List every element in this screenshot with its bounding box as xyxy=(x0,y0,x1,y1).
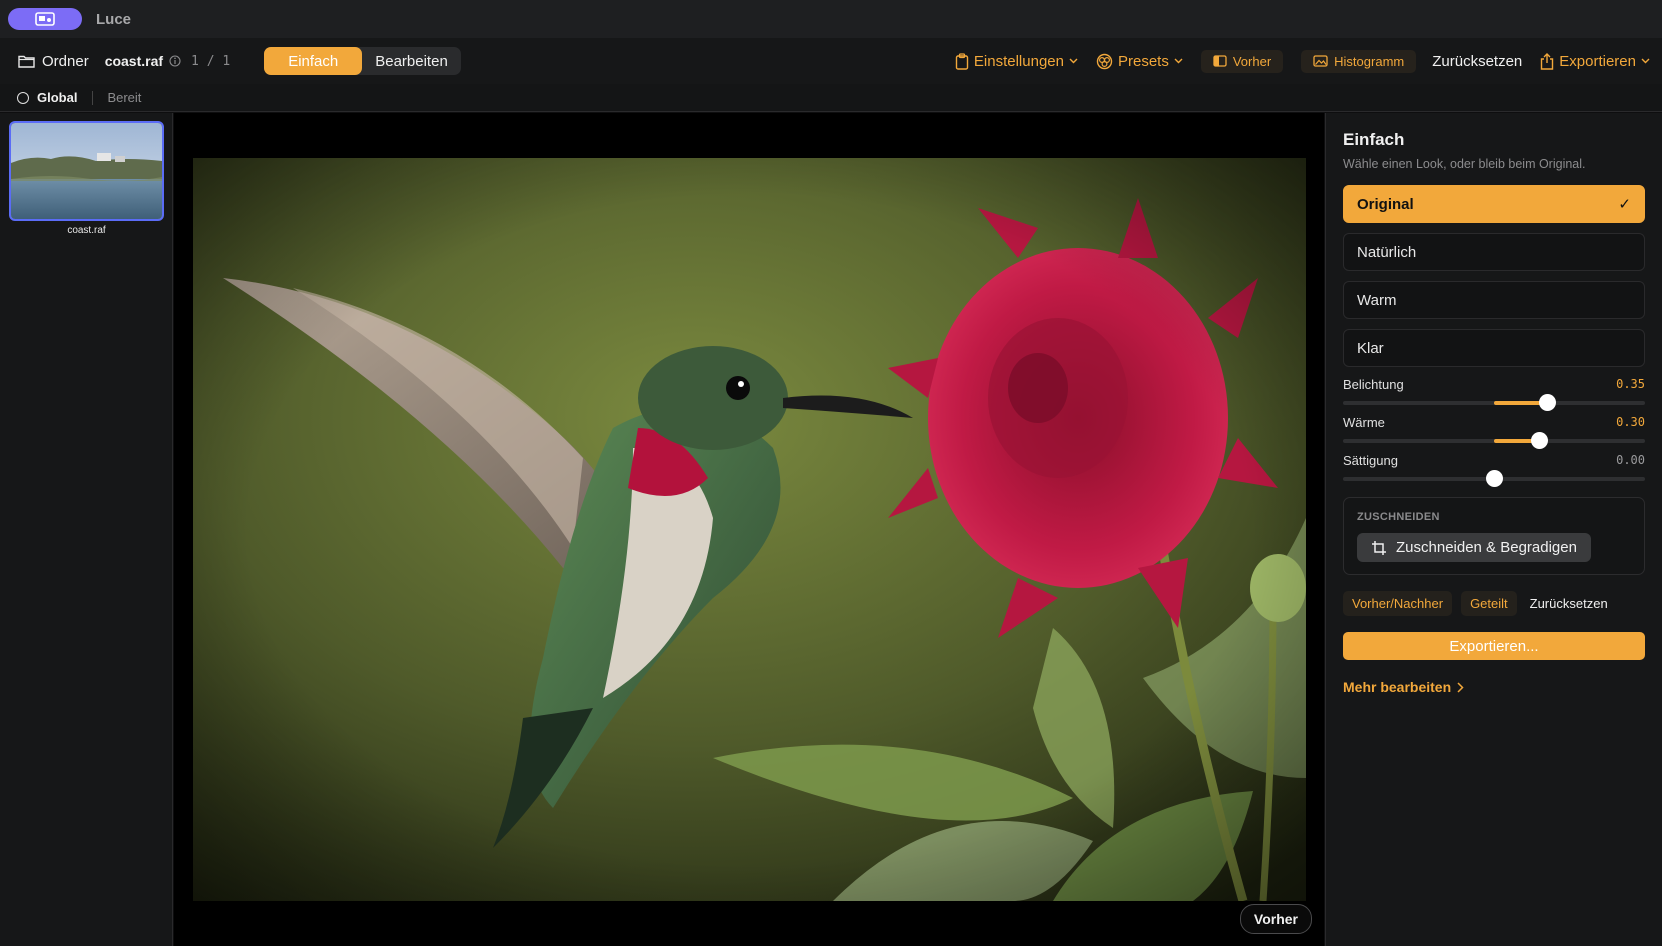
chevron-down-icon xyxy=(1641,58,1650,64)
before-after-button[interactable]: Vorher/Nachher xyxy=(1343,591,1453,616)
panel-title: Einfach xyxy=(1343,130,1405,149)
saturation-slider[interactable] xyxy=(1343,470,1645,487)
hummingbird-photo xyxy=(193,158,1306,901)
more-edit-link[interactable]: Mehr bearbeiten xyxy=(1343,679,1645,695)
export-button[interactable]: Exportieren... xyxy=(1343,632,1645,660)
histogram-button[interactable]: Histogramm xyxy=(1301,49,1417,73)
slider-handle[interactable] xyxy=(1538,394,1556,411)
presets-icon xyxy=(1096,53,1113,69)
saturation-slider-row: Sättigung 0.00 xyxy=(1343,453,1645,487)
look-label: Klar xyxy=(1357,339,1384,357)
export-menu[interactable]: Exportieren xyxy=(1540,53,1650,70)
filmstrip: coast.raf xyxy=(0,113,173,946)
mode-switch: Einfach Bearbeiten xyxy=(264,47,461,75)
image-icon xyxy=(1313,55,1328,67)
presets-label: Presets xyxy=(1117,52,1169,70)
checkmark-icon: ✓ xyxy=(1618,196,1631,213)
current-filename: coast.raf xyxy=(104,53,164,69)
chevron-down-icon xyxy=(1174,58,1183,64)
app-title: Luce xyxy=(96,10,132,28)
image-canvas[interactable]: Vorher xyxy=(174,113,1324,946)
adjustment-panel: Einfach Wähle einen Look, oder bleib bei… xyxy=(1325,113,1662,946)
crop-straighten-button[interactable]: Zuschneiden & Begradigen xyxy=(1357,533,1591,562)
crop-section: ZUSCHNEIDEN Zuschneiden & Begradigen xyxy=(1343,497,1645,575)
slider-value: 0.35 xyxy=(1616,377,1645,391)
crop-icon xyxy=(1372,540,1386,555)
settings-menu[interactable]: Einstellungen xyxy=(955,53,1078,70)
look-natuerlich[interactable]: Natürlich xyxy=(1343,233,1645,271)
look-label: Natürlich xyxy=(1357,243,1417,261)
slider-label: Belichtung xyxy=(1343,377,1404,392)
slider-label: Sättigung xyxy=(1343,453,1398,468)
mode-simple-button[interactable]: Einfach xyxy=(264,47,363,75)
divider xyxy=(92,90,94,105)
export-label: Exportieren xyxy=(1559,52,1636,70)
thumbnail-image xyxy=(11,123,162,219)
exposure-slider-row: Belichtung 0.35 xyxy=(1343,377,1645,411)
status-bar: Global Bereit xyxy=(0,84,1662,112)
look-label: Original xyxy=(1357,195,1414,213)
title-bar: Luce xyxy=(0,0,1662,38)
app-icon xyxy=(35,12,55,26)
app-switcher-button[interactable] xyxy=(8,8,82,30)
slider-handle[interactable] xyxy=(1531,432,1549,449)
histogram-label: Histogramm xyxy=(1334,53,1405,69)
thumbnail-label: coast.raf xyxy=(67,225,106,236)
share-icon xyxy=(1541,52,1554,70)
presets-menu[interactable]: Presets xyxy=(1096,53,1183,70)
look-original[interactable]: Original ✓ xyxy=(1343,185,1645,223)
status-text: Bereit xyxy=(107,90,142,105)
look-list: Original ✓ Natürlich Warm Klar xyxy=(1343,185,1645,367)
compare-actions: Vorher/Nachher Geteilt Zurücksetzen xyxy=(1343,591,1645,616)
image-counter: 1 / 1 xyxy=(191,53,231,69)
chevron-down-icon xyxy=(1069,58,1078,64)
look-warm[interactable]: Warm xyxy=(1343,281,1645,319)
info-icon[interactable] xyxy=(169,55,181,67)
scope-selector[interactable]: Global xyxy=(17,90,77,105)
main-toolbar: Ordner coast.raf 1 / 1 Einfach Bearbeite… xyxy=(0,38,1662,84)
warmth-slider[interactable] xyxy=(1343,432,1645,449)
chevron-right-icon xyxy=(1457,681,1464,693)
look-klar[interactable]: Klar xyxy=(1343,329,1645,367)
thumbnail-coast[interactable] xyxy=(9,121,164,221)
crop-button-label: Zuschneiden & Begradigen xyxy=(1396,539,1577,556)
exposure-slider[interactable] xyxy=(1343,394,1645,411)
slider-label: Wärme xyxy=(1343,415,1385,430)
more-edit-label: Mehr bearbeiten xyxy=(1343,679,1452,695)
folder-icon xyxy=(18,55,35,68)
circle-icon xyxy=(17,91,29,104)
before-label: Vorher xyxy=(1232,53,1272,69)
panel-reset-button[interactable]: Zurücksetzen xyxy=(1526,591,1612,616)
mode-edit-button[interactable]: Bearbeiten xyxy=(362,47,461,75)
split-button[interactable]: Geteilt xyxy=(1461,591,1517,616)
folder-button[interactable]: Ordner xyxy=(18,53,89,70)
before-toggle-button[interactable]: Vorher xyxy=(1200,49,1284,73)
slider-handle[interactable] xyxy=(1486,470,1503,487)
slider-value: 0.00 xyxy=(1616,453,1645,467)
folder-label: Ordner xyxy=(42,52,89,70)
reset-button[interactable]: Zurücksetzen xyxy=(1432,53,1522,70)
look-label: Warm xyxy=(1357,291,1397,309)
before-badge[interactable]: Vorher xyxy=(1239,904,1312,934)
clipboard-icon xyxy=(955,52,969,70)
split-view-icon xyxy=(1213,55,1227,67)
scope-label: Global xyxy=(37,90,78,105)
slider-value: 0.30 xyxy=(1616,415,1645,429)
panel-subtitle: Wähle einen Look, oder bleib beim Origin… xyxy=(1343,157,1586,171)
settings-label: Einstellungen xyxy=(973,52,1064,70)
warmth-slider-row: Wärme 0.30 xyxy=(1343,415,1645,449)
crop-section-label: ZUSCHNEIDEN xyxy=(1357,511,1440,523)
photo-preview xyxy=(193,158,1306,901)
